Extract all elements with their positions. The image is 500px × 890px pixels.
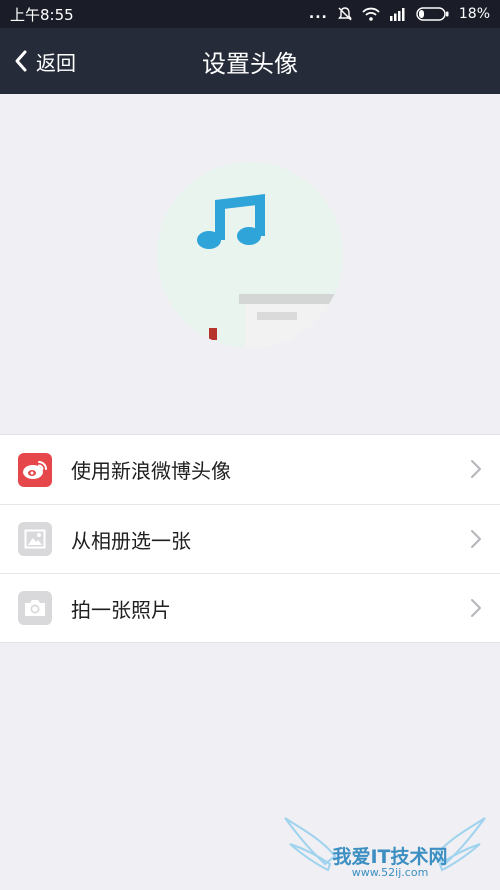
status-time: 上午8:55: [10, 5, 74, 24]
menu-list: 使用新浪微博头像 从相册选一张 拍一张照片: [0, 434, 500, 643]
battery-percent: 18%: [458, 6, 490, 22]
chevron-right-icon: [471, 530, 481, 548]
album-icon: [18, 522, 52, 556]
cell-signal-icon: [389, 8, 405, 21]
back-label: 返回: [36, 50, 76, 75]
avatar[interactable]: [157, 162, 343, 348]
menu-item-label: 使用新浪微博头像: [71, 459, 231, 483]
status-bar: 上午8:55 ... 18%: [0, 0, 500, 28]
menu-item-label: 从相册选一张: [71, 528, 191, 553]
header-bar: 返回 设置头像: [0, 28, 500, 94]
menu-item-album[interactable]: 从相册选一张: [0, 504, 500, 573]
music-note-icon: [157, 162, 343, 348]
menu-item-camera[interactable]: 拍一张照片: [0, 573, 500, 642]
watermark-url: www.52ij.com: [351, 866, 429, 879]
watermark-text: 我爱IT技术网: [332, 846, 448, 868]
watermark: 我爱IT技术网 www.52ij.com: [280, 808, 490, 886]
wifi-icon: [362, 7, 380, 21]
back-button[interactable]: 返回: [14, 28, 76, 94]
signal-dots: ...: [308, 6, 328, 22]
chevron-right-icon: [471, 460, 481, 478]
chevron-left-icon: [15, 50, 27, 72]
weibo-icon: [18, 452, 52, 487]
menu-item-weibo-avatar[interactable]: 使用新浪微博头像: [0, 435, 500, 504]
menu-item-label: 拍一张照片: [71, 597, 171, 622]
battery-icon: [416, 7, 449, 21]
silent-bell-icon: [337, 7, 352, 21]
chevron-right-icon: [471, 599, 481, 617]
status-icons: ... 18%: [309, 6, 490, 22]
camera-icon: [18, 591, 52, 625]
